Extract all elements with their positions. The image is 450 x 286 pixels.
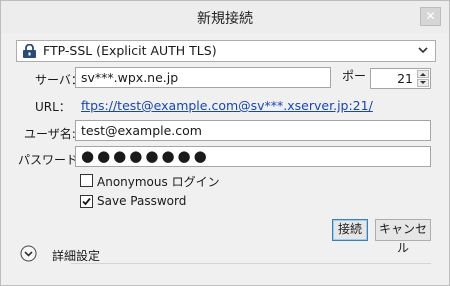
- port-decrement-button[interactable]: [417, 79, 429, 87]
- close-button[interactable]: ✕: [420, 7, 441, 26]
- port-label: ポー: [342, 69, 367, 83]
- protocol-selected-value: FTP-SSL (Explicit AUTH TLS): [43, 43, 217, 58]
- username-input[interactable]: test@example.com: [75, 120, 431, 141]
- save-password-checkbox[interactable]: [80, 195, 93, 208]
- connect-button[interactable]: 接続: [332, 219, 368, 241]
- chevron-down-icon: [417, 44, 429, 59]
- password-input[interactable]: ●●●●●●●●: [75, 146, 431, 167]
- url-link[interactable]: ftps://test@example.com@sv***.xserver.jp…: [81, 98, 373, 113]
- username-input-value: test@example.com: [81, 123, 202, 138]
- caret-up-icon: [420, 73, 426, 76]
- password-masked-value: ●●●●●●●●: [81, 147, 210, 165]
- section-divider: [71, 263, 431, 264]
- anonymous-login-label: Anonymous ログイン: [97, 175, 220, 189]
- server-input[interactable]: sv***.wpx.ne.jp: [75, 67, 331, 88]
- save-password-label: Save Password: [97, 194, 187, 208]
- new-connection-dialog: 新規接続 ✕ FTP-SSL (Explicit AUTH TLS) サーバ： …: [0, 0, 450, 286]
- dialog-title: 新規接続: [197, 11, 253, 27]
- username-label: ユーザ名:: [24, 127, 76, 141]
- anonymous-login-checkbox[interactable]: [80, 174, 93, 187]
- checkmark-icon: [82, 197, 91, 206]
- port-value: 21: [397, 71, 413, 86]
- port-spinner: [417, 70, 429, 87]
- chevron-down-circle-icon: [20, 245, 37, 262]
- advanced-settings-toggle[interactable]: [20, 245, 37, 265]
- lock-icon: [22, 43, 37, 62]
- advanced-settings-label[interactable]: 詳細設定: [52, 247, 100, 264]
- title-bar: 新規接続 ✕: [1, 1, 449, 33]
- server-input-value: sv***.wpx.ne.jp: [81, 70, 179, 85]
- close-icon: ✕: [425, 9, 436, 23]
- password-label: パスワード:: [18, 153, 83, 167]
- cancel-button[interactable]: キャンセル: [375, 219, 431, 255]
- url-label: URL：: [35, 100, 71, 114]
- port-increment-button[interactable]: [417, 70, 429, 78]
- protocol-select[interactable]: FTP-SSL (Explicit AUTH TLS): [16, 40, 436, 62]
- port-spinbox[interactable]: 21: [370, 68, 431, 89]
- caret-down-icon: [420, 81, 426, 84]
